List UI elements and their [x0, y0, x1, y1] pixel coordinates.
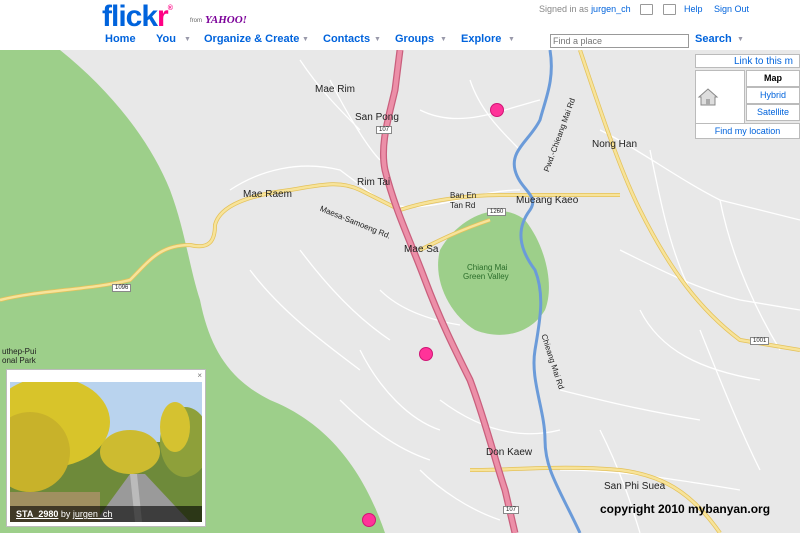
road-shield-107: 107 [376, 126, 393, 134]
place-mae-raem: Mae Raem [243, 189, 292, 200]
place-rim-tai: Rim Tai [357, 177, 391, 188]
copyright-text: copyright 2010 mybanyan.org [600, 502, 771, 516]
place-ban-en-rd: Tan Rd [450, 201, 476, 210]
place-green-valley-2: Green Valley [463, 272, 509, 281]
road-shield-1001: 1001 [750, 337, 770, 345]
logo-text-blue: flick [102, 0, 158, 33]
search-input[interactable] [550, 34, 689, 48]
place-san-phi-suea: San Phi Suea [604, 481, 666, 492]
username-link[interactable]: jurgen_ch [591, 4, 631, 14]
nav-you[interactable]: You [156, 33, 176, 45]
header: flickr® from YAHOO! Signed in as jurgen_… [0, 0, 800, 50]
yahoo-logo: YAHOO! [205, 14, 247, 26]
map-type-hybrid[interactable]: Hybrid [746, 87, 800, 104]
place-san-pong: San Pong [355, 112, 399, 123]
road-shield-1260: 1260 [487, 208, 507, 216]
home-icon [697, 88, 719, 106]
nav-contacts[interactable]: Contacts [323, 33, 370, 45]
close-icon[interactable]: × [197, 371, 202, 380]
photo-caption: STA_2980 by jurgen_ch [10, 506, 202, 522]
nav-explore[interactable]: Explore [461, 33, 501, 45]
photo-pin[interactable] [362, 513, 376, 527]
nav-groups[interactable]: Groups [395, 33, 434, 45]
place-green-valley-1: Chiang Mai [467, 263, 508, 272]
chevron-down-icon[interactable]: ▼ [302, 36, 309, 43]
nav-home[interactable]: Home [105, 33, 136, 45]
place-don-kaew: Don Kaew [486, 447, 533, 458]
photo-thumbnail[interactable]: STA_2980 by jurgen_ch [10, 382, 202, 522]
place-mae-sa: Mae Sa [404, 244, 439, 255]
chevron-down-icon[interactable]: ▼ [440, 36, 447, 43]
photo-by-label: by [60, 509, 71, 519]
flickr-logo[interactable]: flickr® [102, 0, 173, 34]
search-button[interactable]: Search [695, 33, 732, 45]
photo-title-link[interactable]: STA_2980 [16, 509, 58, 519]
place-suthep-1: uthep-Pui [2, 347, 37, 356]
place-nong-han: Nong Han [592, 139, 638, 150]
chevron-down-icon[interactable]: ▼ [374, 36, 381, 43]
road-shield-107: 107 [503, 506, 520, 514]
photo-owner-link[interactable]: jurgen_ch [73, 509, 113, 519]
from-label: from [190, 18, 202, 24]
logo-registered: ® [167, 5, 173, 12]
find-my-location-button[interactable]: Find my location [695, 123, 800, 139]
home-view-button[interactable] [695, 70, 745, 124]
photo-pin[interactable] [490, 103, 504, 117]
photo-popup: × STA_2980 by jurgen_ch [6, 369, 206, 527]
road-shield-1096: 1096 [112, 284, 132, 292]
cart-icon[interactable] [640, 4, 653, 15]
help-link[interactable]: Help [684, 4, 703, 14]
photo-image [10, 382, 202, 522]
map-type-satellite[interactable]: Satellite [746, 104, 800, 121]
mail-icon[interactable] [663, 4, 676, 15]
chevron-down-icon[interactable]: ▼ [508, 36, 515, 43]
place-suthep-2: onal Park [2, 356, 36, 365]
place-ban-en: Ban En [450, 191, 477, 200]
map-type-map[interactable]: Map [746, 70, 800, 87]
place-mueang-kaeo: Mueang Kaeo [516, 195, 579, 206]
place-mae-rim: Mae Rim [315, 84, 356, 95]
logo-text-pink: r [157, 0, 169, 33]
sign-out-link[interactable]: Sign Out [714, 4, 749, 14]
chevron-down-icon[interactable]: ▼ [737, 36, 744, 43]
chevron-down-icon[interactable]: ▼ [184, 36, 191, 43]
nav-organize-create[interactable]: Organize & Create [204, 33, 299, 45]
photo-pin-selected[interactable] [419, 347, 433, 361]
signed-in-status: Signed in as jurgen_ch [539, 4, 631, 14]
link-to-map-button[interactable]: Link to this m [695, 54, 800, 68]
signed-in-label: Signed in as [539, 4, 589, 14]
